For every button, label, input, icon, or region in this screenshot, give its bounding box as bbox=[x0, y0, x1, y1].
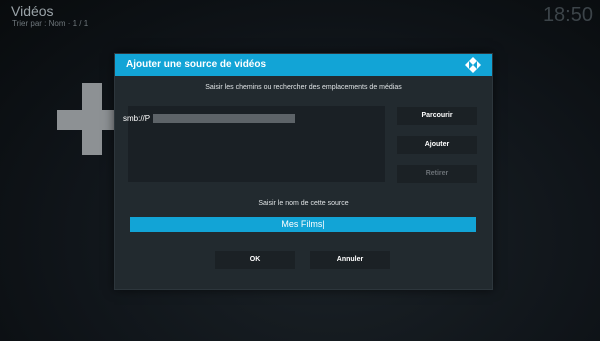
add-button[interactable]: Ajouter bbox=[397, 136, 477, 154]
dialog-instruction: Saisir les chemins ou rechercher des emp… bbox=[205, 84, 402, 91]
path-redacted bbox=[153, 114, 295, 123]
path-text: smb://P bbox=[123, 114, 151, 123]
path-list-item[interactable]: smb://P bbox=[119, 113, 295, 124]
cancel-button[interactable]: Annuler bbox=[310, 251, 390, 269]
remove-button[interactable]: Retirer bbox=[397, 165, 477, 183]
kodi-logo-icon bbox=[465, 57, 481, 73]
dialog-header: Ajouter une source de vidéos bbox=[115, 54, 492, 76]
sort-info: Trier par : Nom · 1 / 1 bbox=[12, 19, 89, 28]
source-name-value: Mes Films| bbox=[281, 219, 325, 229]
dialog-title: Ajouter une source de vidéos bbox=[126, 59, 267, 70]
clock: 18:50 bbox=[542, 4, 593, 26]
page-title: Vidéos bbox=[11, 3, 54, 19]
add-video-source-dialog: Ajouter une source de vidéos Saisir les … bbox=[114, 53, 493, 290]
ok-button[interactable]: OK bbox=[215, 251, 295, 269]
source-name-input[interactable]: Mes Films| bbox=[130, 217, 476, 232]
source-name-label: Saisir le nom de cette source bbox=[258, 200, 349, 207]
browse-button[interactable]: Parcourir bbox=[397, 107, 477, 125]
